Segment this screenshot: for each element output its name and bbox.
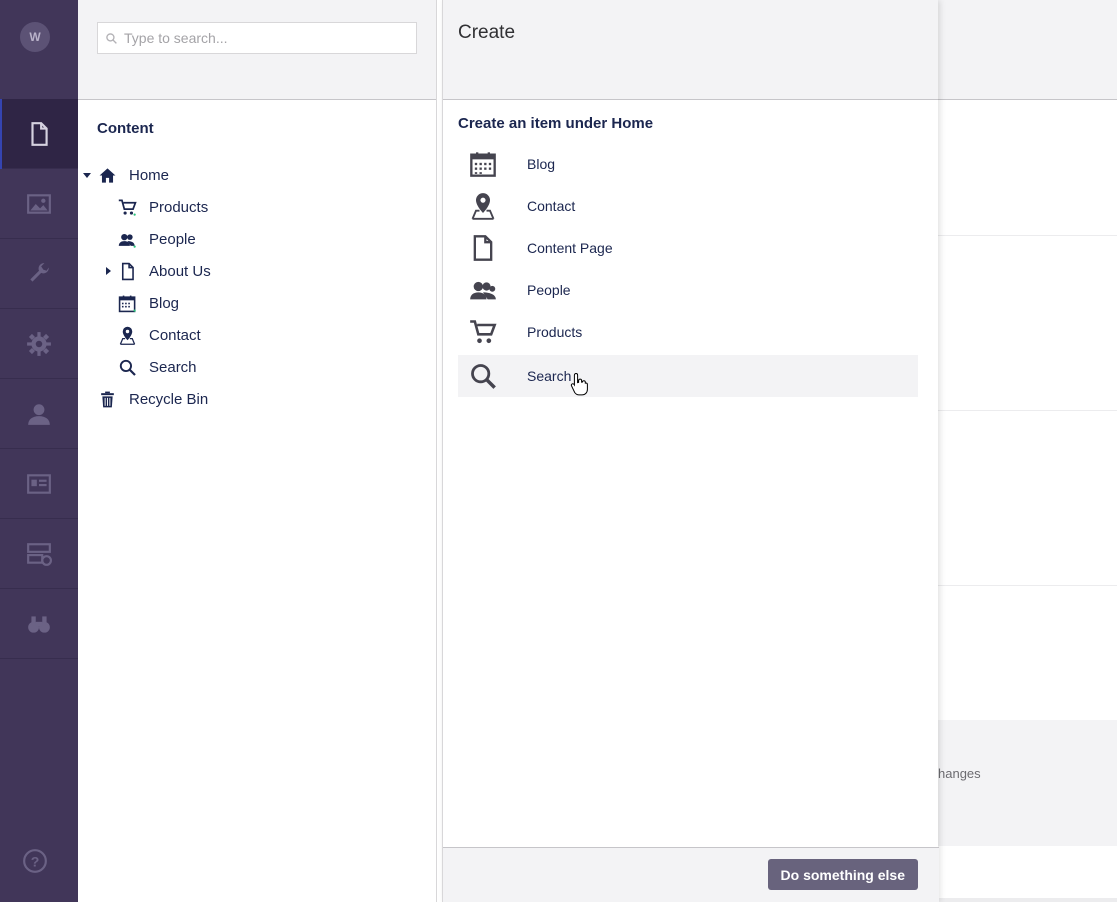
background-changes-text: hanges (938, 766, 981, 781)
tree-node-label: About Us (149, 262, 211, 280)
tree-node-label: Contact (149, 326, 201, 344)
divider (938, 235, 1117, 236)
tree-node-contact[interactable]: Contact (117, 321, 201, 349)
document-icon (117, 261, 137, 281)
map-pin-icon (117, 325, 137, 345)
tree-node-recycle-bin[interactable]: Recycle Bin (97, 385, 208, 413)
tree-node-label: Blog (149, 294, 180, 312)
background-footer-edge (938, 898, 1117, 902)
server-add-icon (27, 542, 52, 566)
tree-node-home[interactable]: Home (97, 161, 169, 189)
people-icon (117, 229, 137, 249)
gear-icon (27, 331, 51, 356)
create-option-label: Content Page (527, 240, 613, 256)
wrench-icon (30, 262, 49, 282)
create-title: Create (458, 22, 516, 43)
tree-node-search[interactable]: Search (117, 353, 197, 381)
tree-node-label: Home (129, 166, 170, 184)
create-option-label: Products (527, 324, 583, 340)
svg-text:?: ? (31, 853, 40, 869)
section-developer[interactable] (0, 309, 78, 379)
caret-right-icon[interactable] (104, 267, 112, 275)
tree-node-people[interactable]: People (117, 225, 196, 253)
user-icon (28, 403, 50, 425)
create-subtitle: Create an item under Home (458, 115, 654, 132)
people-icon (468, 275, 498, 305)
tree-node-label: Search (149, 358, 197, 376)
tree-node-products[interactable]: Products (117, 193, 208, 221)
user-avatar[interactable]: W (20, 22, 50, 52)
create-option-people[interactable]: People (458, 269, 918, 311)
section-translation[interactable] (0, 589, 78, 659)
section-media[interactable] (0, 169, 78, 239)
background-info-box (938, 720, 1117, 846)
background-editor: hanges (938, 0, 1117, 902)
tree-title: Content (97, 120, 154, 137)
cart-icon (117, 197, 137, 217)
create-option-contact[interactable]: Contact (458, 185, 918, 227)
create-option-label: Search (527, 368, 572, 384)
calendar-icon (117, 293, 137, 313)
section-rail: W ? (0, 0, 78, 902)
tree-node-about-us[interactable]: About Us (117, 257, 211, 285)
tree-header (78, 0, 436, 100)
search-icon (106, 32, 117, 44)
binoculars-icon (28, 615, 50, 633)
divider (938, 410, 1117, 411)
create-option-search[interactable]: Search (458, 355, 918, 397)
document-icon (31, 121, 48, 146)
calendar-icon (468, 149, 498, 179)
trash-icon (97, 389, 117, 409)
create-option-label: Blog (527, 156, 556, 172)
background-editor-header (938, 0, 1117, 100)
tree-node-label: Recycle Bin (129, 390, 209, 408)
create-dialog: Create Create an item under Home Blog Co… (442, 0, 939, 902)
home-icon (97, 165, 117, 185)
picture-icon (27, 193, 51, 214)
section-forms[interactable] (0, 519, 78, 589)
tree-node-label: Products (149, 198, 209, 216)
section-users[interactable] (0, 379, 78, 449)
caret-down-icon[interactable] (83, 171, 91, 179)
search-icon (117, 357, 137, 377)
do-something-else-button[interactable]: Do something else (767, 859, 918, 890)
tree-search-box[interactable] (97, 22, 417, 54)
tree-search-input[interactable] (124, 30, 404, 46)
map-pin-icon (468, 191, 498, 221)
document-icon (468, 233, 498, 263)
create-header: Create (443, 0, 938, 100)
create-option-products[interactable]: Products (458, 311, 918, 353)
tree-node-blog[interactable]: Blog (117, 289, 179, 317)
create-option-label: People (527, 282, 571, 298)
help-icon[interactable]: ? (22, 848, 48, 874)
create-option-content-page[interactable]: Content Page (458, 227, 918, 269)
create-option-blog[interactable]: Blog (458, 143, 918, 185)
content-tree-panel: Content Home Products People About Us Bl… (78, 0, 437, 902)
tree-node-label: People (149, 230, 196, 248)
section-settings[interactable] (0, 239, 78, 309)
cart-icon (468, 317, 498, 347)
search-icon (468, 361, 498, 391)
create-footer: Do something else (443, 847, 939, 902)
divider (938, 585, 1117, 586)
id-card-icon (27, 473, 51, 494)
section-content[interactable] (0, 99, 78, 169)
create-option-label: Contact (527, 198, 576, 214)
section-members[interactable] (0, 449, 78, 519)
